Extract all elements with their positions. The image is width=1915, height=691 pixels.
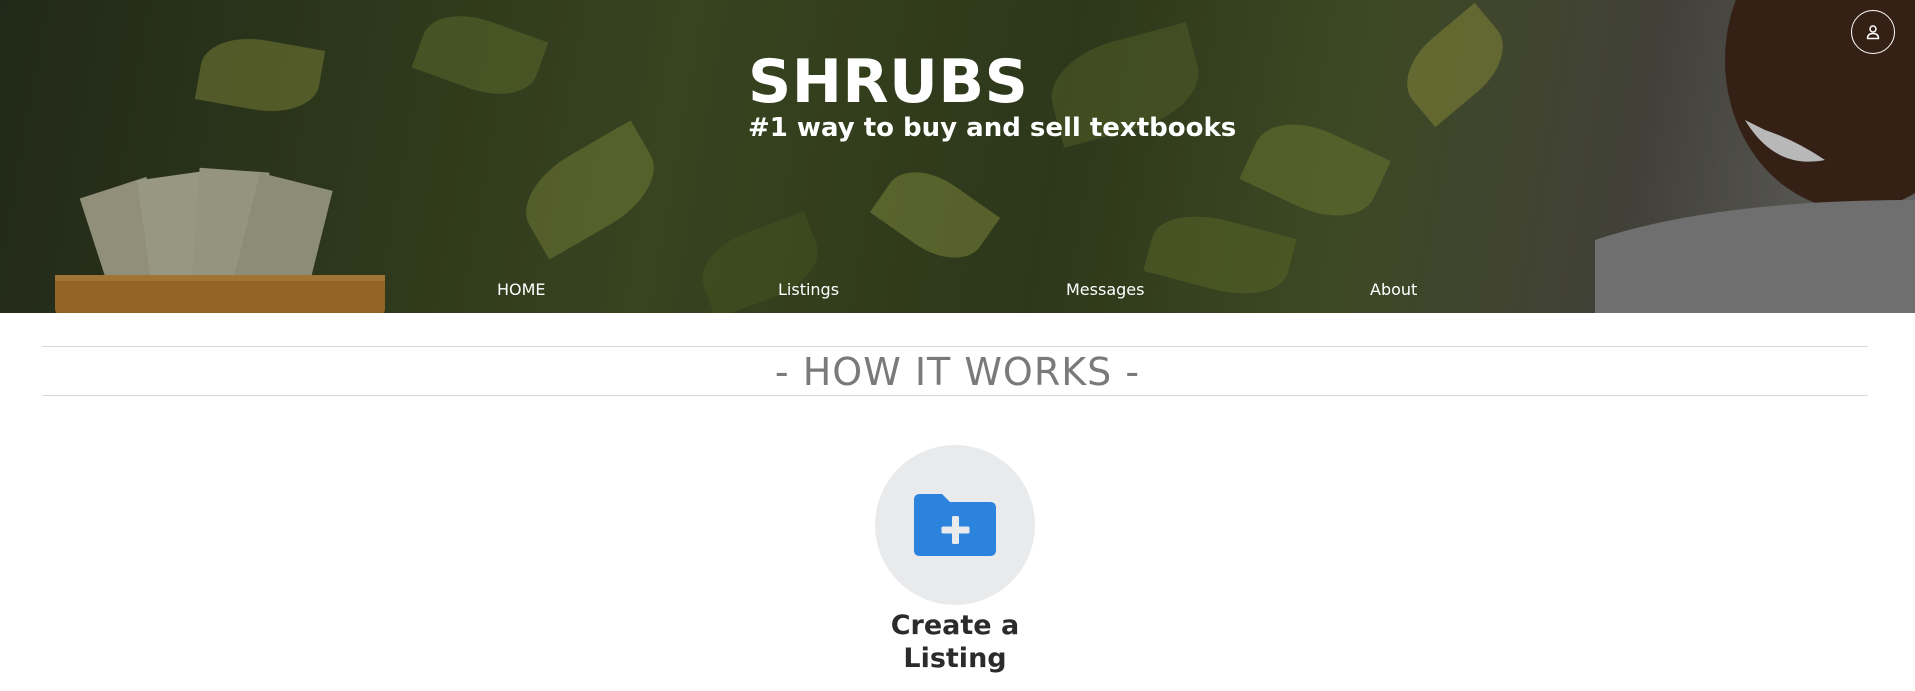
section-divider-bottom xyxy=(42,395,1868,396)
nav-home[interactable]: HOME xyxy=(497,280,546,300)
user-icon xyxy=(1866,25,1880,40)
folder-plus-icon xyxy=(914,494,996,556)
nav-messages[interactable]: Messages xyxy=(1066,280,1144,300)
section-divider-top xyxy=(42,346,1868,347)
brand-title: SHRUBS xyxy=(748,47,1029,117)
nav-about[interactable]: About xyxy=(1370,280,1417,300)
brand: SHRUBS #1 way to buy and sell textbooks xyxy=(748,46,1236,144)
hero-banner: SHRUBS #1 way to buy and sell textbooks … xyxy=(0,0,1915,313)
section-title: - HOW IT WORKS - xyxy=(774,350,1141,394)
nav-listings[interactable]: Listings xyxy=(778,280,839,300)
brand-tagline: #1 way to buy and sell textbooks xyxy=(748,113,1237,143)
profile-button[interactable] xyxy=(1851,10,1895,54)
step-label: Create a Listing xyxy=(890,610,1020,674)
step-create-listing[interactable]: Create a Listing xyxy=(875,445,1035,675)
step-icon-circle[interactable] xyxy=(875,445,1035,605)
